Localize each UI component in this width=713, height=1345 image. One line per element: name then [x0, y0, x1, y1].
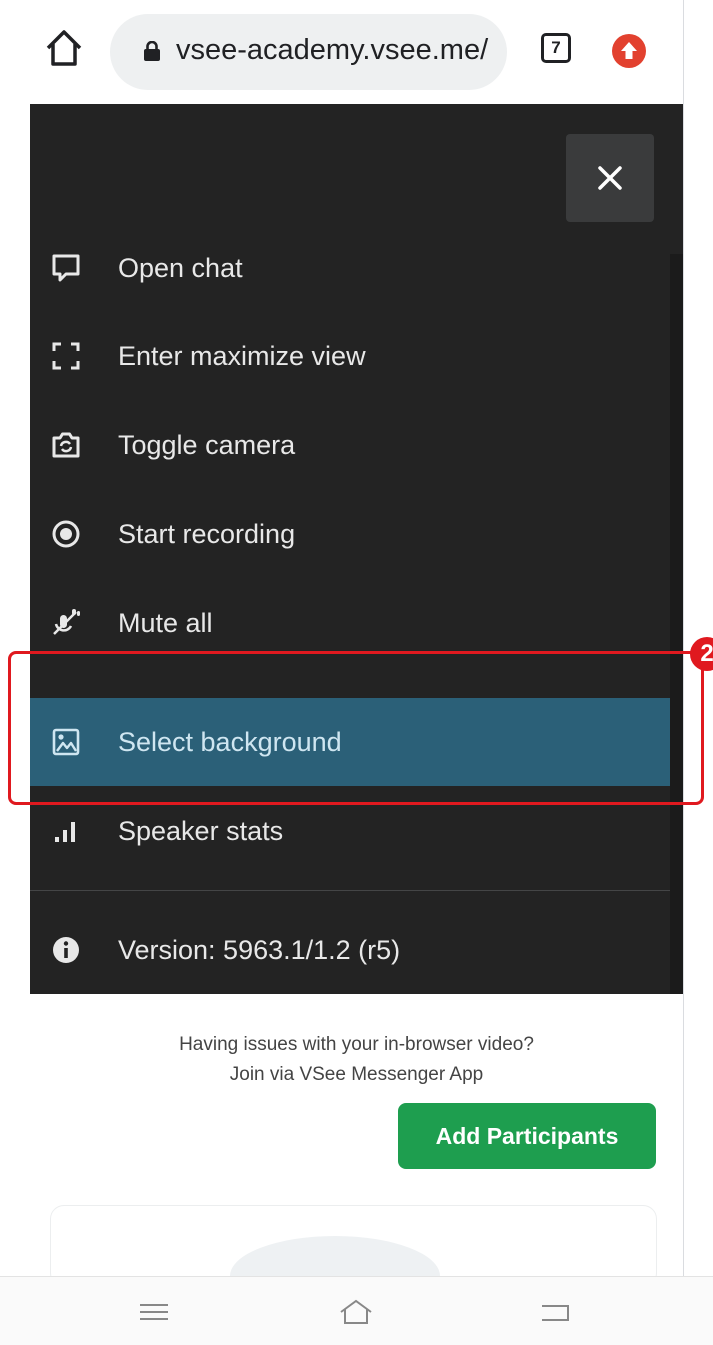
- camera-switch-icon: [50, 429, 82, 461]
- menu-item-label: Start recording: [118, 519, 296, 549]
- menu-item-version: Version: 5963.1/1.2 (r5): [30, 906, 670, 994]
- add-participants-button[interactable]: Add Participants: [398, 1103, 656, 1169]
- update-icon[interactable]: [612, 34, 646, 68]
- issue-line: Having issues with your in-browser video…: [179, 1034, 534, 1055]
- chat-icon: [50, 252, 82, 284]
- issue-help-text: Having issues with your in-browser video…: [30, 1030, 683, 1090]
- page-edge-line: [683, 0, 684, 1280]
- menu-item-open-chat[interactable]: Open chat: [30, 224, 670, 312]
- recent-apps-icon[interactable]: [136, 1297, 172, 1327]
- highlight-box: [8, 651, 704, 805]
- menu-divider: [30, 890, 670, 891]
- home-icon[interactable]: [44, 26, 84, 70]
- mute-all-icon: [50, 607, 82, 639]
- menu-item-label: Open chat: [118, 253, 243, 283]
- menu-item-maximize-view[interactable]: Enter maximize view: [30, 312, 670, 400]
- browser-toolbar: vsee-academy.vsee.me/ 7: [0, 0, 683, 104]
- home-nav-icon[interactable]: [338, 1297, 374, 1327]
- stats-icon: [50, 815, 82, 847]
- info-icon: [50, 934, 82, 966]
- page-margin: [0, 104, 30, 994]
- lock-icon: [143, 40, 161, 61]
- address-bar[interactable]: vsee-academy.vsee.me/: [110, 14, 507, 90]
- menu-item-label: Toggle camera: [118, 430, 296, 460]
- close-icon: [598, 166, 622, 190]
- menu-item-toggle-camera[interactable]: Toggle camera: [30, 401, 670, 489]
- back-nav-icon[interactable]: [538, 1297, 574, 1327]
- url-text: vsee-academy.vsee.me/: [176, 34, 489, 66]
- menu-item-label: Enter maximize view: [118, 341, 366, 371]
- maximize-icon: [50, 340, 82, 372]
- messenger-link[interactable]: Join via VSee Messenger App: [30, 1060, 683, 1090]
- version-text: Version: 5963.1/1.2 (r5): [118, 935, 401, 965]
- overflow-menu: Open chat Enter maximize view Toggle cam…: [30, 104, 683, 994]
- close-button[interactable]: [566, 134, 654, 222]
- system-nav-bar: [0, 1276, 713, 1345]
- record-icon: [50, 518, 82, 550]
- tab-switcher-button[interactable]: 7: [541, 33, 571, 63]
- scrollbar[interactable]: [670, 254, 683, 994]
- menu-item-start-recording[interactable]: Start recording: [30, 490, 670, 578]
